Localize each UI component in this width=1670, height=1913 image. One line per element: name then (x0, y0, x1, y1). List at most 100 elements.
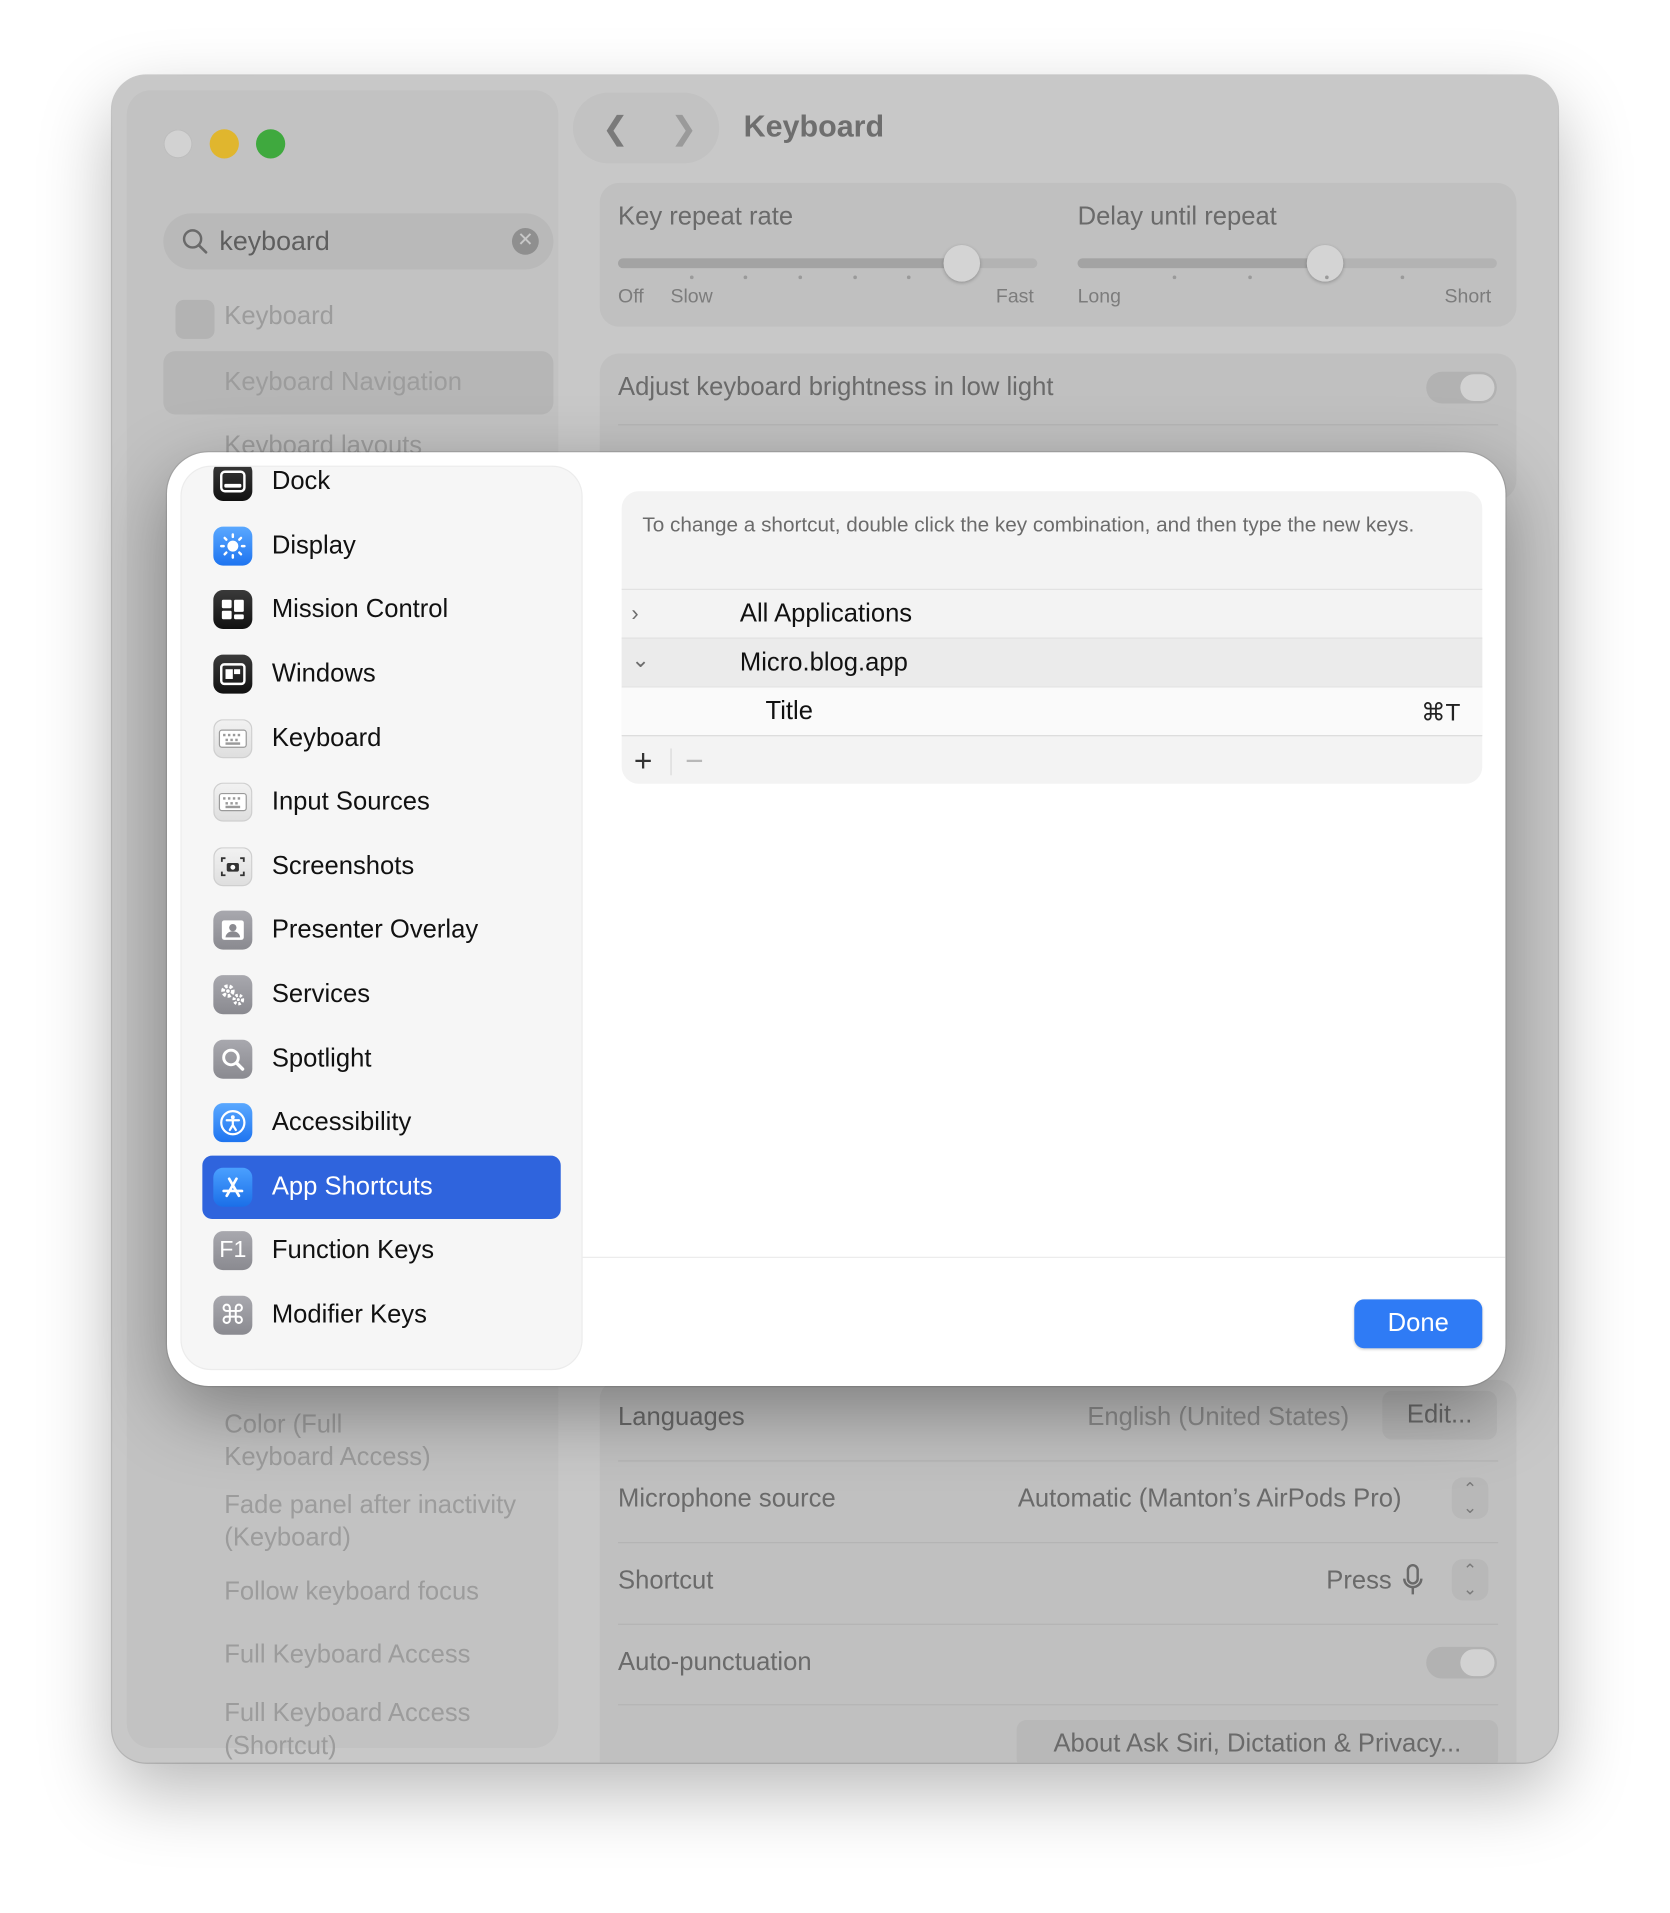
mission-control-icon (213, 590, 253, 630)
back-icon[interactable]: ❮ (602, 110, 629, 148)
category-app-shortcuts[interactable]: App Shortcuts (202, 1155, 561, 1220)
category-label: Spotlight (271, 1044, 372, 1073)
shortcut-category-list: Dock Display Mission Control Windows Keyboar… (181, 466, 582, 1369)
row-micro-blog-app[interactable]: ⌄ Micro.blog.app (621, 637, 1483, 687)
microphone-icon (1403, 1563, 1423, 1595)
search-input[interactable]: keyboard (219, 226, 329, 258)
category-modifier-keys[interactable]: ⌘ Modifier Keys (202, 1283, 560, 1347)
shortcut-stepper-icon[interactable]: ⌃ ⌄ (1451, 1559, 1489, 1601)
app-shortcuts-icon (213, 1167, 253, 1207)
category-label: App Shortcuts (271, 1172, 433, 1201)
category-keyboard[interactable]: Keyboard (202, 706, 560, 770)
microphone-stepper-icon[interactable]: ⌃ ⌄ (1451, 1477, 1489, 1519)
category-function-keys[interactable]: F1 Function Keys (202, 1219, 560, 1283)
forward-icon[interactable]: ❯ (670, 110, 697, 148)
sidebar-item-full-keyboard-access-shortcut[interactable]: Full Keyboard Access (Shortcut) (224, 1697, 614, 1763)
languages-value: English (United States) (1087, 1403, 1350, 1432)
category-mission-control[interactable]: Mission Control (202, 578, 560, 642)
languages-edit-button[interactable]: Edit... (1382, 1390, 1497, 1440)
sidebar-item-keyboard[interactable]: Keyboard (224, 302, 614, 331)
delay-fill (1077, 258, 1325, 269)
about-privacy-button[interactable]: About Ask Siri, Dictation & Privacy... (1016, 1719, 1499, 1763)
category-label: Function Keys (271, 1236, 435, 1265)
row-all-applications[interactable]: › All Applications (621, 588, 1483, 638)
keyboard-shortcuts-sheet: Dock Display Mission Control Windows Keyboar… (167, 452, 1506, 1386)
category-label: Display (271, 531, 356, 560)
presenter-overlay-icon (213, 911, 253, 951)
navigation-buttons: ❮ ❯ (572, 92, 720, 164)
shortcut-keys[interactable]: ⌘T (1421, 697, 1460, 727)
category-screenshots[interactable]: Screenshots (202, 834, 560, 898)
keyboard-icon (213, 718, 253, 758)
accessibility-icon (213, 1103, 253, 1143)
dock-icon (213, 466, 253, 502)
chevron-right-icon[interactable]: › (631, 601, 638, 627)
row-title-shortcut[interactable]: Title ⌘T (621, 686, 1483, 736)
sidebar-item-follow-focus[interactable]: Follow keyboard focus (224, 1577, 614, 1606)
row-label: All Applications (739, 599, 913, 628)
auto-punctuation-toggle[interactable] (1426, 1646, 1497, 1679)
category-label: Keyboard (271, 723, 382, 752)
category-label: Accessibility (271, 1108, 412, 1137)
category-label: Input Sources (271, 787, 430, 816)
search-field[interactable]: keyboard ✕ (163, 213, 554, 270)
auto-punctuation-label: Auto-punctuation (618, 1648, 812, 1677)
function-keys-icon: F1 (213, 1231, 253, 1271)
key-repeat-fill (618, 258, 962, 269)
long-label: Long (1077, 286, 1121, 308)
zoom-window-button[interactable] (255, 129, 286, 159)
microphone-label: Microphone source (618, 1484, 836, 1513)
page-title: Keyboard (743, 109, 885, 144)
category-label: Presenter Overlay (271, 916, 479, 945)
shortcuts-panel: To change a shortcut, double click the k… (621, 491, 1483, 784)
sidebar-item-full-keyboard-access[interactable]: Full Keyboard Access (224, 1641, 614, 1670)
key-repeat-card: Key repeat rate Off Slow Fast Delay unti… (599, 182, 1517, 327)
category-label: Dock (271, 467, 331, 496)
category-presenter-overlay[interactable]: Presenter Overlay (202, 899, 560, 963)
sidebar-item-color[interactable]: Color (Full Keyboard Access) (224, 1408, 614, 1474)
search-icon (182, 229, 208, 254)
keyboard-icon (175, 299, 215, 339)
row-label: Micro.blog.app (739, 648, 908, 677)
remove-shortcut-button[interactable]: − (685, 742, 704, 780)
delay-slider[interactable] (1077, 258, 1497, 269)
short-label: Short (1444, 286, 1492, 308)
languages-label: Languages (618, 1403, 745, 1432)
category-label: Services (271, 980, 370, 1009)
category-windows[interactable]: Windows (202, 642, 560, 706)
chevron-down-icon[interactable]: ⌄ (631, 647, 649, 673)
key-repeat-knob[interactable] (943, 245, 981, 282)
close-window-button[interactable] (163, 129, 193, 159)
input-sources-icon (213, 782, 253, 822)
shortcut-value[interactable]: Press (1326, 1566, 1391, 1595)
screenshots-icon (213, 847, 253, 887)
category-spotlight[interactable]: Spotlight (202, 1027, 560, 1091)
services-icon (213, 975, 253, 1015)
category-label: Windows (271, 659, 376, 688)
add-remove-bar: + − (621, 735, 1483, 784)
clear-search-icon[interactable]: ✕ (511, 227, 539, 255)
sidebar-item-fade-panel[interactable]: Fade panel after inactivity (Keyboard) (224, 1488, 614, 1554)
category-label: Modifier Keys (271, 1300, 427, 1329)
display-icon (213, 526, 253, 566)
dictation-card: Languages English (United States) Edit..… (599, 1379, 1517, 1763)
sidebar-item-keyboard-navigation[interactable]: Keyboard Navigation (163, 351, 554, 415)
fast-label: Fast (995, 286, 1034, 308)
minimize-window-button[interactable] (209, 129, 239, 159)
brightness-label: Adjust keyboard brightness in low light (618, 373, 1054, 402)
category-services[interactable]: Services (202, 963, 560, 1027)
done-button[interactable]: Done (1354, 1299, 1483, 1349)
add-shortcut-button[interactable]: + (634, 742, 653, 780)
category-input-sources[interactable]: Input Sources (202, 770, 560, 834)
category-dock[interactable]: Dock (202, 466, 560, 514)
category-label: Screenshots (271, 851, 415, 880)
microphone-value[interactable]: Automatic (Manton’s AirPods Pro) (1018, 1485, 1402, 1514)
key-repeat-label: Key repeat rate (618, 202, 794, 231)
brightness-toggle[interactable] (1426, 371, 1497, 404)
category-accessibility[interactable]: Accessibility (202, 1091, 560, 1155)
row-label: Title (765, 697, 813, 726)
category-label: Mission Control (271, 595, 449, 624)
modifier-keys-icon: ⌘ (213, 1295, 253, 1335)
category-display[interactable]: Display (202, 514, 560, 578)
sidebar-item-label: Keyboard Navigation (224, 368, 462, 397)
